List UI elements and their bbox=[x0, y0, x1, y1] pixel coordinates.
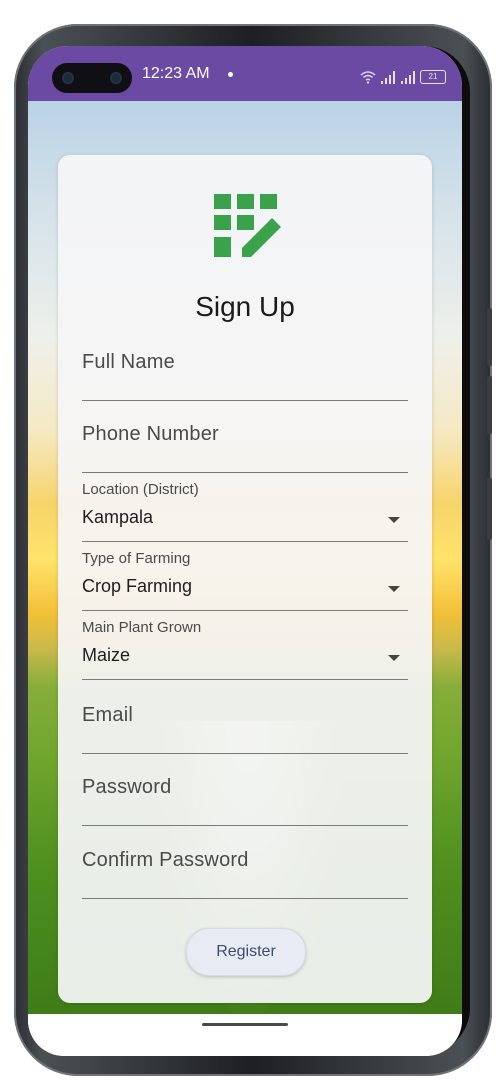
chevron-down-icon bbox=[388, 517, 400, 523]
grid-edit-icon bbox=[214, 194, 281, 257]
email-field[interactable]: Email bbox=[82, 701, 408, 754]
volume-down-button bbox=[487, 376, 492, 434]
front-sensor-icon bbox=[110, 72, 122, 84]
location-label: Location (District) bbox=[82, 481, 199, 498]
front-camera-icon bbox=[62, 72, 74, 84]
home-indicator[interactable] bbox=[202, 1023, 288, 1026]
email-placeholder: Email bbox=[82, 704, 134, 726]
notification-dot-icon bbox=[228, 72, 233, 77]
main-plant-dropdown[interactable]: Main Plant Grown Maize bbox=[82, 619, 408, 680]
chevron-down-icon bbox=[388, 586, 400, 592]
page-title: Sign Up bbox=[195, 291, 295, 322]
register-button[interactable]: Register bbox=[186, 928, 306, 976]
status-icons: 21 bbox=[360, 64, 446, 84]
farming-type-label: Type of Farming bbox=[82, 550, 191, 567]
signal-2-icon bbox=[401, 71, 415, 84]
status-time: 12:23 AM bbox=[142, 65, 210, 82]
status-bar: 12:23 AM 21 bbox=[28, 46, 462, 101]
navigation-bar bbox=[28, 1014, 462, 1056]
signal-icon bbox=[381, 71, 395, 84]
location-value: Kampala bbox=[82, 507, 154, 527]
camera-cutout bbox=[52, 63, 132, 93]
volume-up-button bbox=[487, 308, 492, 366]
phone-frame: 12:23 AM 21 Sign Up Full Name Phone Numb… bbox=[14, 24, 492, 1076]
full-name-placeholder: Full Name bbox=[82, 351, 175, 373]
wifi-icon bbox=[360, 71, 376, 84]
phone-number-field[interactable]: Phone Number bbox=[82, 420, 408, 473]
battery-icon: 21 bbox=[420, 70, 446, 84]
confirm-password-placeholder: Confirm Password bbox=[82, 849, 249, 871]
full-name-field[interactable]: Full Name bbox=[82, 348, 408, 401]
password-field[interactable]: Password bbox=[82, 773, 408, 826]
confirm-password-field[interactable]: Confirm Password bbox=[82, 846, 408, 899]
phone-number-placeholder: Phone Number bbox=[82, 423, 219, 445]
screen: 12:23 AM 21 Sign Up Full Name Phone Numb… bbox=[28, 46, 462, 1056]
farming-type-value: Crop Farming bbox=[82, 576, 193, 596]
main-plant-label: Main Plant Grown bbox=[82, 619, 202, 636]
chevron-down-icon bbox=[388, 655, 400, 661]
farming-type-dropdown[interactable]: Type of Farming Crop Farming bbox=[82, 550, 408, 611]
power-button bbox=[487, 478, 492, 540]
main-plant-value: Maize bbox=[82, 645, 131, 665]
location-dropdown[interactable]: Location (District) Kampala bbox=[82, 481, 408, 542]
password-placeholder: Password bbox=[82, 776, 172, 798]
signup-card: Sign Up Full Name Phone Number Location … bbox=[58, 155, 432, 1003]
